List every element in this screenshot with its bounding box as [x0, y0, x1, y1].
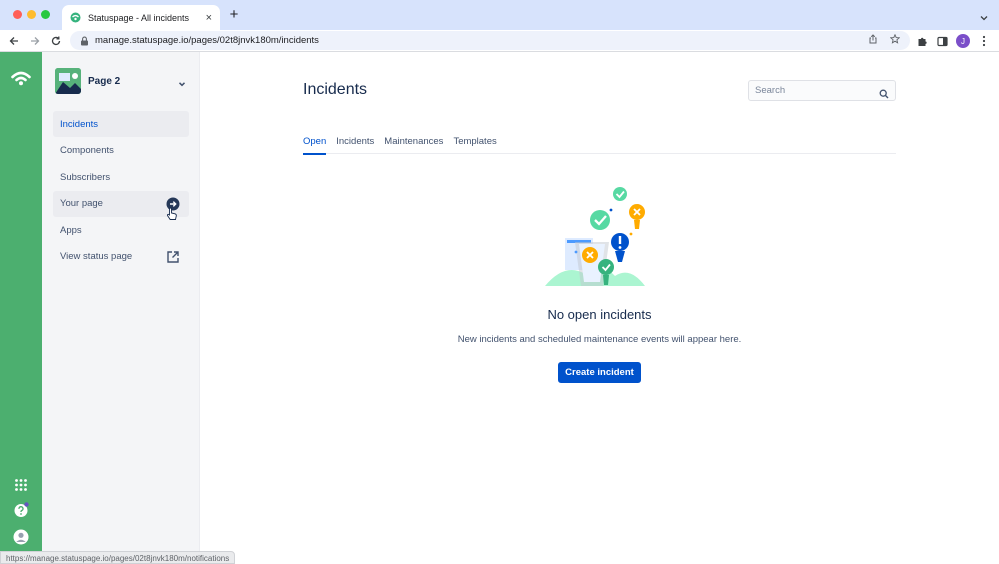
profile-avatar[interactable]: J [956, 33, 970, 49]
browser-menu-kebab-icon[interactable] [979, 33, 989, 49]
tab-maintenances[interactable]: Maintenances [384, 136, 443, 154]
incident-tabs: Open Incidents Maintenances Templates [303, 136, 896, 155]
user-avatar-icon[interactable] [13, 529, 29, 545]
tab-incidents[interactable]: Incidents [336, 136, 374, 154]
bookmark-star-icon[interactable] [889, 33, 901, 47]
sidebar-item-label: Your page [60, 198, 103, 209]
sidebar-item-label: Subscribers [60, 171, 111, 183]
tab-title: Statuspage - All incidents [88, 12, 190, 23]
global-rail [0, 52, 42, 564]
external-link-icon [166, 250, 180, 264]
tab-close-icon[interactable]: × [206, 12, 212, 24]
main-content: Incidents Open Incidents Maintenances Te… [200, 52, 999, 564]
share-icon[interactable] [868, 34, 878, 47]
statuspage-logo-icon[interactable] [11, 70, 31, 86]
sidebar-nav: Incidents Components Subscribers Your pa… [53, 111, 189, 270]
tab-search-chevron-icon[interactable] [979, 10, 989, 21]
sidebar: Page 2 Incidents Components Subscribers … [42, 52, 200, 564]
search-box[interactable] [748, 80, 896, 101]
page-name: Page 2 [88, 75, 121, 87]
help-icon[interactable] [13, 502, 29, 518]
side-panel-icon[interactable] [936, 33, 948, 49]
sidebar-item-incidents[interactable]: Incidents [53, 111, 189, 137]
url-text: manage.statuspage.io/pages/02t8jnvk180m/… [95, 35, 319, 46]
forward-arrow-icon[interactable] [27, 33, 43, 49]
minimize-window-button[interactable] [27, 10, 36, 19]
browser-toolbar: manage.statuspage.io/pages/02t8jnvk180m/… [0, 30, 999, 52]
statuspage-favicon-icon [70, 12, 81, 23]
lock-icon [80, 36, 89, 46]
sidebar-item-view-status-page[interactable]: View status page [53, 244, 189, 270]
page-title: Incidents [303, 81, 368, 98]
page-avatar-icon [55, 68, 81, 94]
address-bar[interactable]: manage.statuspage.io/pages/02t8jnvk180m/… [70, 31, 910, 50]
sidebar-item-label: Incidents [60, 118, 99, 130]
create-incident-button[interactable]: Create incident [558, 362, 641, 383]
reload-icon[interactable] [48, 33, 64, 49]
browser-titlebar: Statuspage - All incidents × + [0, 0, 999, 30]
sidebar-item-label: Components [60, 145, 114, 156]
page-switcher[interactable]: Page 2 [55, 68, 187, 94]
search-input[interactable] [755, 85, 879, 96]
hand-cursor-icon [166, 207, 178, 221]
empty-state-title: No open incidents [547, 307, 652, 322]
chevron-down-icon [177, 76, 187, 87]
tab-open[interactable]: Open [303, 136, 327, 155]
sidebar-item-components[interactable]: Components [53, 138, 189, 164]
close-window-button[interactable] [13, 10, 22, 19]
sidebar-item-label: Apps [60, 224, 82, 236]
sidebar-item-label: View status page [60, 251, 133, 262]
browser-status-url: https://manage.statuspage.io/pages/02t8j… [0, 551, 236, 564]
empty-state-illustration-icon [545, 182, 655, 292]
sidebar-item-subscribers[interactable]: Subscribers [53, 164, 189, 190]
new-tab-button[interactable]: + [226, 7, 242, 23]
profile-initial: J [956, 34, 970, 48]
browser-tab[interactable]: Statuspage - All incidents × [62, 5, 220, 30]
app-switcher-grid-icon[interactable] [14, 478, 28, 492]
extensions-puzzle-icon[interactable] [916, 33, 928, 49]
search-icon[interactable] [879, 86, 889, 98]
tab-templates[interactable]: Templates [453, 136, 496, 154]
maximize-window-button[interactable] [41, 10, 50, 19]
empty-state-description: New incidents and scheduled maintenance … [457, 334, 742, 345]
back-arrow-icon[interactable] [6, 33, 22, 49]
